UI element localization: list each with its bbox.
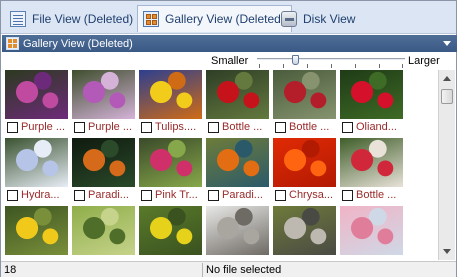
thumbnail-item[interactable]: Oliand...: [339, 70, 406, 136]
thumbnail-image[interactable]: [340, 138, 403, 187]
thumbnail-item[interactable]: [339, 206, 406, 260]
thumbnail-item[interactable]: Chrysa...: [272, 138, 339, 204]
view-tabs: File View (Deleted) Gallery View (Delete…: [1, 1, 456, 34]
thumbnail-item[interactable]: Paradi...: [71, 138, 138, 204]
thumbnail-caption: Purple ...: [88, 121, 133, 133]
thumbnail-image[interactable]: [273, 70, 336, 119]
thumbnail-item[interactable]: Tulips....: [138, 70, 205, 136]
select-checkbox[interactable]: [74, 122, 85, 133]
thumbnail-size-slider[interactable]: [257, 55, 405, 69]
gallery-grid-icon: [143, 11, 159, 27]
thumbnail-image[interactable]: [340, 206, 403, 255]
status-bar: 18 No file selected: [1, 261, 456, 277]
thumbnail-caption: Oliand...: [356, 121, 397, 133]
scroll-thumb[interactable]: [441, 89, 453, 104]
thumbnail-item[interactable]: [71, 206, 138, 260]
thumbnail-item[interactable]: Hydra...: [4, 138, 71, 204]
select-checkbox[interactable]: [74, 190, 85, 201]
panel-title: Gallery View (Deleted): [23, 37, 133, 50]
thumbnail-caption: Purple ...: [21, 121, 66, 133]
thumbnail-image[interactable]: [5, 138, 68, 187]
tab-gallery-view[interactable]: Gallery View (Deleted): [137, 5, 292, 32]
disk-icon: [281, 10, 297, 27]
selection-status: No file selected: [206, 264, 282, 276]
select-checkbox[interactable]: [141, 190, 152, 201]
thumbnail-image[interactable]: [139, 206, 202, 255]
slider-thumb[interactable]: [292, 55, 299, 65]
thumbnail-image[interactable]: [72, 206, 135, 255]
thumbnail-item[interactable]: Pink Tr...: [138, 138, 205, 204]
thumbnail-caption: Hydra...: [21, 189, 60, 201]
thumbnail-item[interactable]: Bottle ...: [205, 70, 272, 136]
gallery-window: File View (Deleted) Gallery View (Delete…: [0, 0, 457, 277]
thumbnail-item[interactable]: [138, 206, 205, 260]
select-checkbox[interactable]: [342, 190, 353, 201]
thumbnail-image[interactable]: [273, 138, 336, 187]
select-checkbox[interactable]: [342, 122, 353, 133]
thumbnail-image[interactable]: [139, 70, 202, 119]
thumbnail-item[interactable]: Bottle ...: [272, 70, 339, 136]
thumbnail-image[interactable]: [340, 70, 403, 119]
select-checkbox[interactable]: [7, 122, 18, 133]
smaller-label: Smaller: [211, 55, 249, 67]
thumbnail-caption: Bottle ...: [222, 121, 263, 133]
thumbnail-image[interactable]: [5, 206, 68, 255]
file-count: 18: [4, 264, 17, 276]
thumbnail-image[interactable]: [72, 138, 135, 187]
tab-file-view[interactable]: File View (Deleted): [5, 5, 139, 32]
vertical-scrollbar[interactable]: [438, 70, 455, 260]
thumbnail-image[interactable]: [206, 138, 269, 187]
select-checkbox[interactable]: [208, 122, 219, 133]
select-checkbox[interactable]: [208, 190, 219, 201]
file-list-icon: [10, 10, 26, 27]
thumbnail-caption: Tulips....: [155, 121, 197, 133]
select-checkbox[interactable]: [141, 122, 152, 133]
thumbnail-item[interactable]: [205, 206, 272, 260]
thumbnail-item[interactable]: Purple ...: [4, 70, 71, 136]
tab-file-view-label: File View (Deleted): [32, 11, 134, 26]
thumbnail-image[interactable]: [206, 70, 269, 119]
thumbnail-caption: Paradi...: [88, 189, 129, 201]
select-checkbox[interactable]: [7, 190, 18, 201]
thumbnail-item[interactable]: Bottle ...: [339, 138, 406, 204]
tab-disk-view[interactable]: Disk View: [276, 5, 361, 32]
thumbnail-image[interactable]: [72, 70, 135, 119]
scroll-up-icon[interactable]: [443, 76, 451, 81]
select-checkbox[interactable]: [275, 122, 286, 133]
thumbnail-image[interactable]: [273, 206, 336, 255]
thumbnail-item[interactable]: [4, 206, 71, 260]
thumbnail-caption: Bottle ...: [356, 189, 397, 201]
panel-menu-dropdown-icon[interactable]: [443, 41, 451, 46]
thumbnail-caption: Paradi...: [222, 189, 263, 201]
thumbnail-gallery: Purple ... Purple ... Tulips.... Bottle ...…: [4, 70, 437, 260]
thumbnail-item[interactable]: Purple ...: [71, 70, 138, 136]
larger-label: Larger: [408, 55, 440, 67]
thumbnail-image[interactable]: [5, 70, 68, 119]
thumbnail-image[interactable]: [206, 206, 269, 255]
tab-gallery-view-label: Gallery View (Deleted): [165, 12, 285, 26]
slider-track: [257, 58, 405, 60]
thumbnail-caption: Chrysa...: [289, 189, 334, 201]
thumbnail-caption: Bottle ...: [289, 121, 330, 133]
select-checkbox[interactable]: [275, 190, 286, 201]
tab-disk-view-label: Disk View: [303, 11, 356, 26]
panel-header: Gallery View (Deleted): [2, 35, 457, 52]
thumbnail-size-row: Smaller Larger: [2, 53, 457, 69]
scroll-down-icon[interactable]: [443, 249, 451, 254]
thumbnail-item[interactable]: Paradi...: [205, 138, 272, 204]
thumbnail-item[interactable]: [272, 206, 339, 260]
status-divider: [202, 263, 203, 277]
gallery-grid-icon: [6, 37, 19, 50]
thumbnail-caption: Pink Tr...: [155, 189, 198, 201]
thumbnail-image[interactable]: [139, 138, 202, 187]
